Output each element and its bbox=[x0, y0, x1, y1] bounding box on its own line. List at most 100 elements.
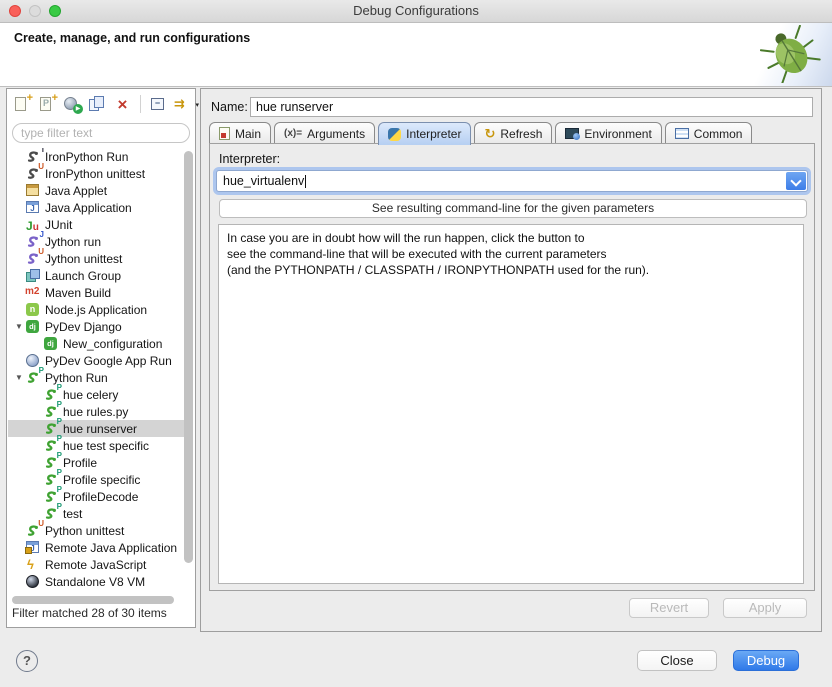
tree-item-jython-unittest[interactable]: U Jython unittest bbox=[8, 250, 184, 267]
tree-item-standalone-v8-vm[interactable]: Standalone V8 VM bbox=[8, 573, 184, 590]
configuration-editor: Name: Main (x)= Arguments Interpreter ↻Refre… bbox=[200, 88, 822, 632]
tab-label: Arguments bbox=[307, 127, 365, 141]
help-button[interactable]: ? bbox=[16, 650, 38, 672]
tree-item-pydev-google-app-run[interactable]: PyDev Google App Run bbox=[8, 352, 184, 369]
tree-item-profiledecode[interactable]: PProfileDecode bbox=[8, 488, 184, 505]
tab-environment[interactable]: Environment bbox=[555, 122, 661, 144]
tab-label: Interpreter bbox=[406, 127, 461, 141]
tab-label: Main bbox=[235, 127, 261, 141]
tree-item-label: Python unittest bbox=[45, 524, 124, 538]
tree-item-profile-specific[interactable]: PProfile specific bbox=[8, 471, 184, 488]
delete-launch-configuration-button[interactable]: × bbox=[112, 94, 133, 115]
common-tab-icon bbox=[675, 128, 689, 139]
filter-status-text: Filter matched 28 of 30 items bbox=[12, 606, 167, 620]
revert-button[interactable]: Revert bbox=[629, 598, 709, 618]
tree-item-label: hue runserver bbox=[63, 422, 137, 436]
tab-interpreter[interactable]: Interpreter bbox=[378, 122, 471, 145]
apply-button[interactable]: Apply bbox=[723, 598, 807, 618]
tree-item-label: Jython unittest bbox=[45, 252, 122, 266]
tab-label: Common bbox=[694, 127, 743, 141]
tree-item-java-application[interactable]: JJava Application bbox=[8, 199, 184, 216]
arguments-tab-icon: (x)= bbox=[284, 128, 302, 139]
tree-item-label: test bbox=[63, 507, 82, 521]
tree-item-label: Launch Group bbox=[45, 269, 121, 283]
tree-item-label: ProfileDecode bbox=[63, 490, 138, 504]
tree-item-hue-runserver[interactable]: Phue runserver bbox=[8, 420, 184, 437]
toolbar-separator bbox=[140, 95, 141, 113]
expand-arrow-icon[interactable]: ▼ bbox=[12, 322, 25, 331]
tree-item-label: New_configuration bbox=[63, 337, 162, 351]
tree-item-launch-group[interactable]: Launch Group bbox=[8, 267, 184, 284]
tree-item-label: Remote JavaScript bbox=[45, 558, 146, 572]
close-button[interactable]: Close bbox=[637, 650, 717, 671]
tree-item-label: Profile bbox=[63, 456, 97, 470]
tree-item-python-unittest[interactable]: UPython unittest bbox=[8, 522, 184, 539]
title-bar: Debug Configurations bbox=[0, 0, 832, 23]
tree-item-label: Node.js Application bbox=[45, 303, 147, 317]
python-run-icon: P bbox=[43, 506, 59, 521]
tree-item-python-run[interactable]: ▼PPython Run bbox=[8, 369, 184, 386]
junit-icon: Ju bbox=[25, 217, 41, 232]
interpreter-combo[interactable]: hue_virtualenv bbox=[216, 170, 808, 192]
filter-input[interactable] bbox=[12, 123, 190, 143]
tree-item-ironpython-unittest[interactable]: UIronPython unittest bbox=[8, 165, 184, 182]
tree-item-hue-celery[interactable]: Phue celery bbox=[8, 386, 184, 403]
nodejs-icon: n bbox=[25, 302, 41, 317]
filter-launch-configurations-button[interactable]: ⇉▾ bbox=[173, 94, 199, 115]
tree-item-label: hue celery bbox=[63, 388, 118, 402]
info-line: In case you are in doubt how will the ru… bbox=[227, 230, 795, 246]
refresh-tab-icon: ↻ bbox=[484, 127, 495, 140]
tab-common[interactable]: Common bbox=[665, 122, 753, 144]
java-application-icon: J bbox=[25, 200, 41, 215]
tree-item-label: PyDev Django bbox=[45, 320, 122, 334]
window-title: Debug Configurations bbox=[0, 3, 832, 18]
maven-build-icon: m2 bbox=[25, 285, 41, 300]
duplicate-launch-configuration-button[interactable] bbox=[87, 94, 108, 115]
environment-tab-icon bbox=[565, 128, 579, 139]
tree-vertical-scrollbar[interactable] bbox=[184, 151, 193, 563]
tree-item-pydev-django[interactable]: ▼djPyDev Django bbox=[8, 318, 184, 335]
new-launch-configuration-button[interactable]: + bbox=[12, 94, 33, 115]
debug-bug-icon bbox=[760, 25, 822, 83]
tree-item-label: Remote Java Application bbox=[45, 541, 177, 555]
chevron-down-icon bbox=[790, 175, 801, 186]
tree-item-hue-rules-py[interactable]: Phue rules.py bbox=[8, 403, 184, 420]
name-input[interactable] bbox=[250, 97, 813, 117]
export-launch-configurations-button[interactable]: ▶ bbox=[62, 94, 83, 115]
tree-item-ironpython-run[interactable]: IIronPython Run bbox=[8, 148, 184, 165]
new-launch-prototype-button[interactable]: P+ bbox=[37, 94, 58, 115]
tree-item-maven-build[interactable]: m2 Maven Build bbox=[8, 284, 184, 301]
debug-button[interactable]: Debug bbox=[733, 650, 799, 671]
see-commandline-button[interactable]: See resulting command-line for the given… bbox=[219, 199, 807, 218]
page-title: Create, manage, and run configurations bbox=[14, 31, 250, 45]
tree-item-remote-javascript[interactable]: ϟRemote JavaScript bbox=[8, 556, 184, 573]
tree-item-profile[interactable]: PProfile bbox=[8, 454, 184, 471]
tree-horizontal-scrollbar[interactable] bbox=[12, 596, 174, 604]
tree-item-remote-java-application[interactable]: JRemote Java Application bbox=[8, 539, 184, 556]
name-label: Name: bbox=[211, 100, 248, 114]
ironpython-unittest-icon: U bbox=[25, 166, 41, 181]
dialog-header: Create, manage, and run configurations bbox=[0, 23, 832, 87]
collapse-all-button[interactable]: − bbox=[148, 94, 169, 115]
tree-item-label: Maven Build bbox=[45, 286, 111, 300]
combo-dropdown-button[interactable] bbox=[786, 172, 806, 190]
info-line: see the command-line that will be execut… bbox=[227, 246, 795, 262]
expand-arrow-icon[interactable]: ▼ bbox=[12, 373, 25, 382]
tab-arguments[interactable]: (x)= Arguments bbox=[274, 122, 375, 144]
info-line: (and the PYTHONPATH / CLASSPATH / IRONPY… bbox=[227, 262, 795, 278]
tab-main[interactable]: Main bbox=[209, 122, 271, 144]
tree-item-node-js-application[interactable]: n Node.js Application bbox=[8, 301, 184, 318]
tab-refresh[interactable]: ↻Refresh bbox=[474, 122, 552, 144]
tree-item-hue-test-specific[interactable]: Phue test specific bbox=[8, 437, 184, 454]
launch-group-icon bbox=[25, 268, 41, 283]
tree-item-new-configuration[interactable]: djNew_configuration bbox=[8, 335, 184, 352]
tree-item-test[interactable]: Ptest bbox=[8, 505, 184, 522]
tree-item-java-applet[interactable]: Java Applet bbox=[8, 182, 184, 199]
interpreter-label: Interpreter: bbox=[219, 152, 280, 166]
tree-item-junit[interactable]: JuJUnit bbox=[8, 216, 184, 233]
tree-item-label: IronPython Run bbox=[45, 150, 128, 164]
jython-unittest-icon: U bbox=[25, 251, 41, 266]
interpreter-info-text: In case you are in doubt how will the ru… bbox=[218, 224, 804, 584]
tree-item-label: Jython run bbox=[45, 235, 101, 249]
tree-item-jython-run[interactable]: JJython run bbox=[8, 233, 184, 250]
